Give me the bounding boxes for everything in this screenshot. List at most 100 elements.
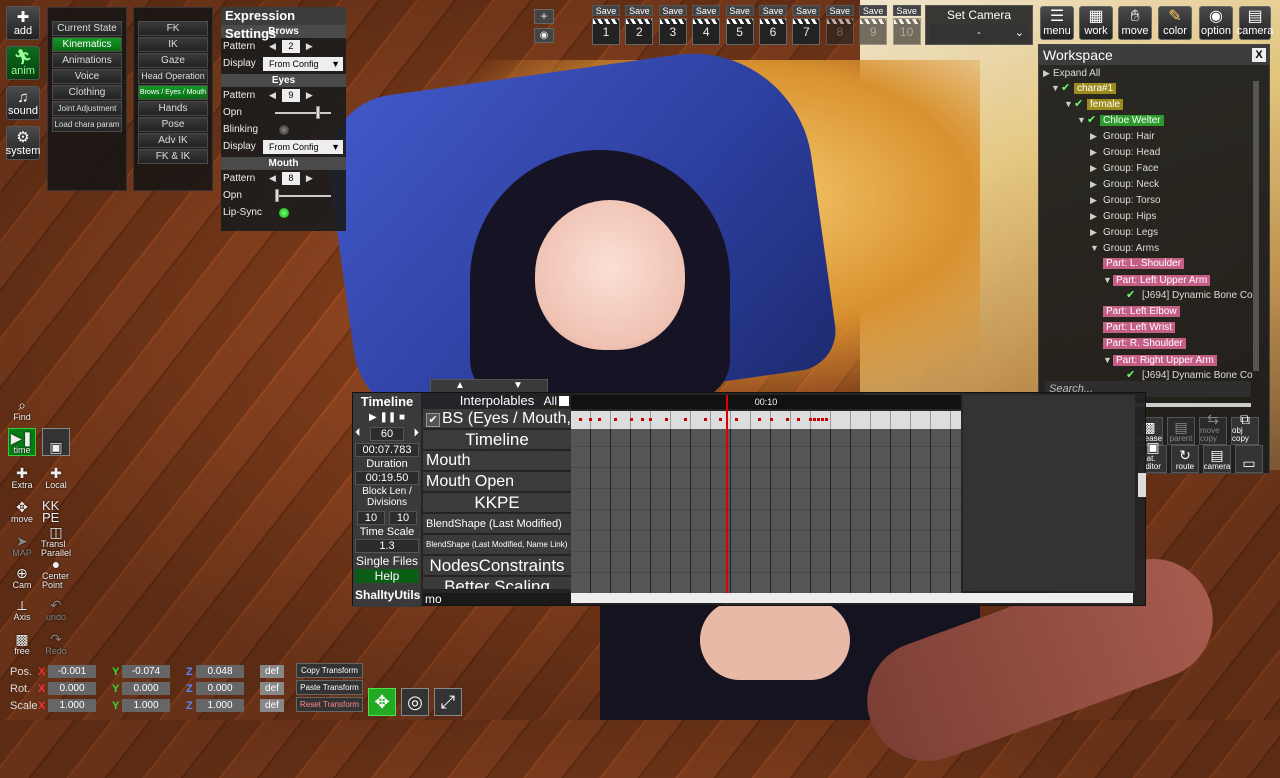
x-value-input[interactable]: -0.001 <box>48 665 96 678</box>
all-checkbox[interactable] <box>559 396 569 406</box>
z-value-input[interactable]: 0.000 <box>196 682 244 695</box>
stop-icon[interactable]: ■ <box>399 412 405 423</box>
keyframe[interactable] <box>734 418 738 421</box>
menu-head-operation[interactable]: Head Operation <box>138 69 208 84</box>
tree-node[interactable]: Part: L. Shoulder <box>1103 257 1185 271</box>
move-copy-button[interactable]: ⇆ move copy <box>1199 412 1227 445</box>
triangle-right-icon[interactable]: ▶ <box>1090 145 1100 159</box>
y-value-input[interactable]: 1.000 <box>122 699 170 712</box>
keyframe[interactable] <box>808 418 812 421</box>
keyframe[interactable] <box>812 418 816 421</box>
keyframe[interactable] <box>598 418 602 421</box>
tree-node[interactable]: ▶ Group: Face <box>1090 161 1162 175</box>
route-button[interactable]: ↻ route <box>1171 445 1199 473</box>
local-axis-button[interactable]: ✚ Local <box>42 462 70 490</box>
tree-node[interactable]: ▶ Group: Legs <box>1090 225 1161 239</box>
timeline-playhead[interactable] <box>726 395 728 593</box>
keyframe[interactable] <box>816 418 820 421</box>
parent-button[interactable]: ▤ parent <box>1167 417 1195 445</box>
triangle-down-icon[interactable]: ▼ <box>1090 241 1100 255</box>
camera-button[interactable]: ▤ camera <box>1237 6 1273 40</box>
tree-node[interactable]: ▼✔ Chloe Welter <box>1077 113 1164 127</box>
lipsync-toggle[interactable] <box>279 207 289 218</box>
x-value-input[interactable]: 1.000 <box>48 699 96 712</box>
duration-input[interactable]: 00:19.50 <box>355 471 419 485</box>
triangle-down-icon[interactable]: ▼ <box>1064 97 1074 111</box>
keyframe[interactable] <box>719 418 723 421</box>
menu-fk[interactable]: FK <box>138 21 208 36</box>
blinking-toggle[interactable] <box>279 124 289 135</box>
check-icon[interactable]: ✔ <box>1087 115 1097 126</box>
redo-button[interactable]: ↷ Redo <box>42 628 70 656</box>
save-slot-9[interactable]: Save 9 <box>859 5 888 47</box>
interpolable-row[interactable]: BlendShape (Last Modified, Name Link) <box>423 535 571 555</box>
move-gizmo-button[interactable]: ✥ <box>368 688 396 716</box>
fps-input[interactable]: 60 <box>370 427 404 441</box>
menu-fk-ik[interactable]: FK & IK <box>138 149 208 164</box>
triangle-right-icon[interactable]: ▶ <box>1090 129 1100 143</box>
keyframe[interactable] <box>641 418 645 421</box>
play-icon[interactable]: ▶ <box>369 412 377 423</box>
translate-parallel-button[interactable]: ◫ Transl Parallel <box>41 525 71 558</box>
timeline-keyframe-track[interactable] <box>571 411 961 429</box>
menu-pose[interactable]: Pose <box>138 117 208 132</box>
triangle-right-icon[interactable]: ▶ <box>1090 193 1100 207</box>
menu-voice[interactable]: Voice <box>52 69 122 84</box>
kkpe-button[interactable]: KK PE <box>42 496 70 524</box>
timeline-grid[interactable] <box>571 411 961 593</box>
brows-next-arrow[interactable]: ▶ <box>306 41 313 52</box>
save-slot-6[interactable]: Save 6 <box>759 5 787 47</box>
default-button[interactable]: def <box>260 682 284 695</box>
interpolable-row[interactable]: Mouth <box>423 451 571 471</box>
interpolable-row[interactable]: Better Scaling <box>423 577 571 590</box>
menu-ik[interactable]: IK <box>138 37 208 52</box>
tree-node[interactable]: ▼ Part: Right Upper Arm <box>1103 353 1217 367</box>
tree-node[interactable]: ▶ Group: Torso <box>1090 193 1164 207</box>
expand-all-toggle[interactable]: ▶ Expand All <box>1043 66 1100 80</box>
default-button[interactable]: def <box>260 699 284 712</box>
shallty-utils-button[interactable]: ShalltyUtils <box>355 588 420 602</box>
extra-axis-button[interactable]: ✚ Extra <box>8 462 36 490</box>
folder-button[interactable]: ▭ <box>1235 445 1263 473</box>
tree-scrollbar[interactable] <box>1253 81 1259 371</box>
eyes-next-arrow[interactable]: ▶ <box>306 90 313 101</box>
cam-plus-button[interactable]: ⊕ Cam <box>8 562 36 590</box>
check-icon[interactable]: ✔ <box>1126 290 1136 301</box>
play-step-button[interactable]: ▶❚ time <box>8 428 36 456</box>
tree-node[interactable]: ▶ Group: Hips <box>1090 209 1159 223</box>
x-value-input[interactable]: 0.000 <box>48 682 96 695</box>
timeline-vscroll[interactable] <box>1138 473 1146 497</box>
keyframe[interactable] <box>758 418 762 421</box>
work-button[interactable]: ▦ work <box>1079 6 1113 40</box>
mouth-next-arrow[interactable]: ▶ <box>306 173 313 184</box>
tree-node[interactable]: ▼✔ chara#1 <box>1051 81 1117 95</box>
interpolable-row[interactable]: BlendShape (Last Modified) <box>423 514 571 534</box>
fps-prev-icon[interactable]: ⏴ <box>355 427 361 441</box>
mouth-opn-slider[interactable] <box>275 188 331 202</box>
tree-node[interactable]: ▼ Group: Arms <box>1090 241 1162 255</box>
center-point-button[interactable]: ● Center Point <box>42 557 70 590</box>
add-button[interactable]: ✚ add <box>6 6 40 40</box>
set-camera-select[interactable]: - ⌄ <box>930 25 1028 41</box>
fps-next-icon[interactable]: ⏵ <box>414 427 420 441</box>
save-slot-8[interactable]: Save 8 <box>825 5 854 47</box>
keyframe[interactable] <box>629 418 633 421</box>
interpolable-row[interactable]: Timeline <box>423 430 571 450</box>
menu-kinematics[interactable]: Kinematics <box>52 37 122 52</box>
keyframe[interactable] <box>820 418 824 421</box>
check-icon[interactable]: ✔ <box>1126 370 1136 381</box>
brows-pattern-value[interactable]: 2 <box>281 40 300 53</box>
reset-transform-button[interactable]: Reset Transform <box>296 697 363 712</box>
undo-button[interactable]: ↶ undo <box>42 594 70 622</box>
map-button[interactable]: ➤ MAP <box>8 530 36 558</box>
menu-adv-ik[interactable]: Adv IK <box>138 133 208 148</box>
keyframe[interactable] <box>613 418 617 421</box>
tree-node[interactable]: ▶ Group: Neck <box>1090 177 1162 191</box>
keyframe[interactable] <box>684 418 688 421</box>
color-button[interactable]: ✎ color <box>1158 6 1192 40</box>
keyframe[interactable] <box>703 418 707 421</box>
interpolable-row[interactable]: ✔BS (Eyes / Mouth, L) <box>423 409 571 429</box>
sound-button[interactable]: ♫ sound <box>6 86 40 120</box>
keyframe[interactable] <box>824 418 828 421</box>
triangle-down-icon[interactable]: ▼ <box>1077 113 1087 127</box>
